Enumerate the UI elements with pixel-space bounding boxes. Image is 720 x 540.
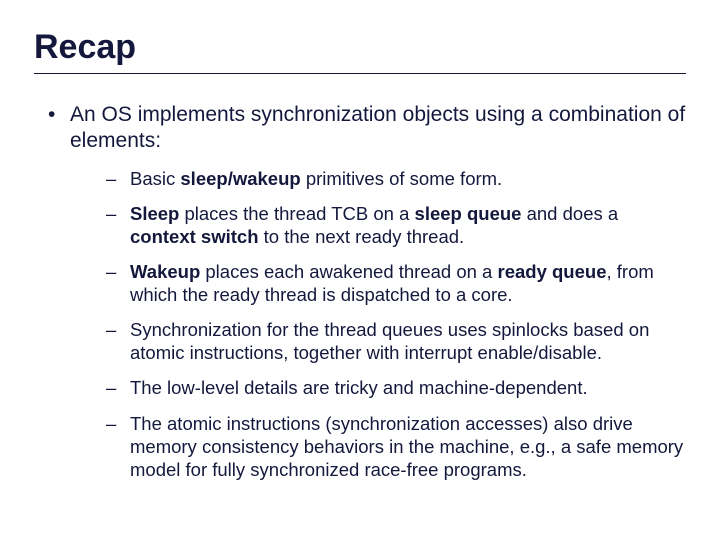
slide-title: Recap: [34, 28, 686, 67]
list-item: – The atomic instructions (synchronizati…: [106, 412, 686, 481]
list-item: – Basic sleep/wakeup primitives of some …: [106, 167, 686, 190]
list-item: – Sleep places the thread TCB on a sleep…: [106, 202, 686, 248]
item-text: Sleep places the thread TCB on a sleep q…: [130, 202, 686, 248]
list-item: – The low-level details are tricky and m…: [106, 376, 686, 399]
item-text: Synchronization for the thread queues us…: [130, 318, 686, 364]
list-item: • An OS implements synchronization objec…: [34, 102, 686, 485]
bullet-dash-icon: –: [106, 412, 130, 481]
bullet-dash-icon: –: [106, 318, 130, 364]
list-item: – Synchronization for the thread queues …: [106, 318, 686, 364]
item-text: The low-level details are tricky and mac…: [130, 376, 588, 399]
lead-text: An OS implements synchronization objects…: [70, 102, 686, 155]
bullet-dash-icon: –: [106, 376, 130, 399]
list-item: – Wakeup places each awakened thread on …: [106, 260, 686, 306]
bullet-list: • An OS implements synchronization objec…: [34, 102, 686, 485]
item-text: Wakeup places each awakened thread on a …: [130, 260, 686, 306]
item-text: Basic sleep/wakeup primitives of some fo…: [130, 167, 502, 190]
item-text: The atomic instructions (synchronization…: [130, 412, 686, 481]
bullet-dot-icon: •: [48, 102, 70, 485]
bullet-dash-icon: –: [106, 167, 130, 190]
sub-list: – Basic sleep/wakeup primitives of some …: [70, 167, 686, 481]
bullet-dash-icon: –: [106, 260, 130, 306]
bullet-dash-icon: –: [106, 202, 130, 248]
title-rule: [34, 73, 686, 74]
slide: Recap • An OS implements synchronization…: [0, 0, 720, 540]
